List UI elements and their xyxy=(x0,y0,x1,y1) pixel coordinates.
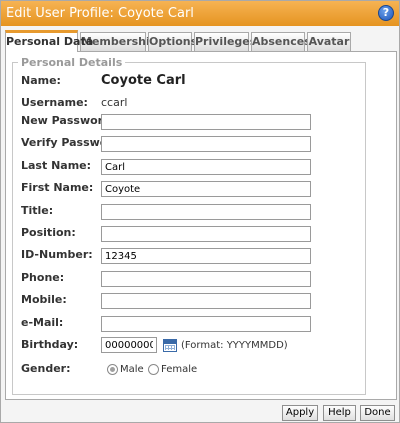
id-number-field[interactable] xyxy=(101,248,311,264)
first-name-label: First Name: xyxy=(21,181,94,194)
position-label: Position: xyxy=(21,226,76,239)
last-name-field[interactable] xyxy=(101,159,311,175)
title-bar: Edit User Profile: Coyote Carl ? xyxy=(1,1,399,26)
section-legend: Personal Details xyxy=(18,56,126,69)
tab-absences[interactable]: Absences xyxy=(251,32,311,51)
done-button[interactable]: Done xyxy=(360,405,395,421)
birthday-field[interactable] xyxy=(101,337,157,353)
name-value: Coyote Carl xyxy=(101,73,186,88)
mobile-field[interactable] xyxy=(101,293,311,309)
calendar-icon-header xyxy=(164,340,176,344)
title-label: Title: xyxy=(21,204,54,217)
apply-button[interactable]: Apply xyxy=(282,405,318,421)
mobile-label: Mobile: xyxy=(21,293,67,306)
new-password-field[interactable] xyxy=(101,114,311,130)
tab-privileges[interactable]: Privileges xyxy=(194,32,256,51)
help-button[interactable]: Help xyxy=(323,405,356,421)
username-label: Username: xyxy=(21,96,88,109)
calendar-icon[interactable] xyxy=(163,339,177,352)
name-label: Name: xyxy=(21,74,61,87)
email-label: e-Mail: xyxy=(21,316,64,329)
tab-options[interactable]: Options xyxy=(148,32,197,51)
last-name-label: Last Name: xyxy=(21,159,92,172)
gender-label: Gender: xyxy=(21,362,71,375)
position-field[interactable] xyxy=(101,226,311,242)
tab-bar: Personal Data Membership Options Privile… xyxy=(5,30,397,52)
tab-avatar[interactable]: Avatar xyxy=(307,32,351,51)
birthday-label: Birthday: xyxy=(21,338,79,351)
gender-male-radio[interactable] xyxy=(107,364,118,375)
email-field[interactable] xyxy=(101,316,311,332)
window-title: Edit User Profile: Coyote Carl xyxy=(6,6,194,21)
gender-male-label: Male xyxy=(120,364,144,375)
gender-female-radio[interactable] xyxy=(148,364,159,375)
verify-password-field[interactable] xyxy=(101,136,311,152)
edit-user-profile-window: Edit User Profile: Coyote Carl ? Persona… xyxy=(0,0,400,423)
help-icon[interactable]: ? xyxy=(378,5,394,21)
first-name-field[interactable] xyxy=(101,181,311,197)
tab-panel-personal-data: Personal Details Name: Coyote Carl Usern… xyxy=(5,51,397,400)
birthday-format-hint: (Format: YYYYMMDD) xyxy=(181,340,288,351)
username-value: ccarl xyxy=(101,96,128,109)
title-field[interactable] xyxy=(101,204,311,220)
gender-female-label: Female xyxy=(161,364,198,375)
id-number-label: ID-Number: xyxy=(21,248,93,261)
tab-personal-data[interactable]: Personal Data xyxy=(5,30,93,52)
phone-label: Phone: xyxy=(21,271,65,284)
calendar-icon-grid xyxy=(165,345,175,350)
phone-field[interactable] xyxy=(101,271,311,287)
